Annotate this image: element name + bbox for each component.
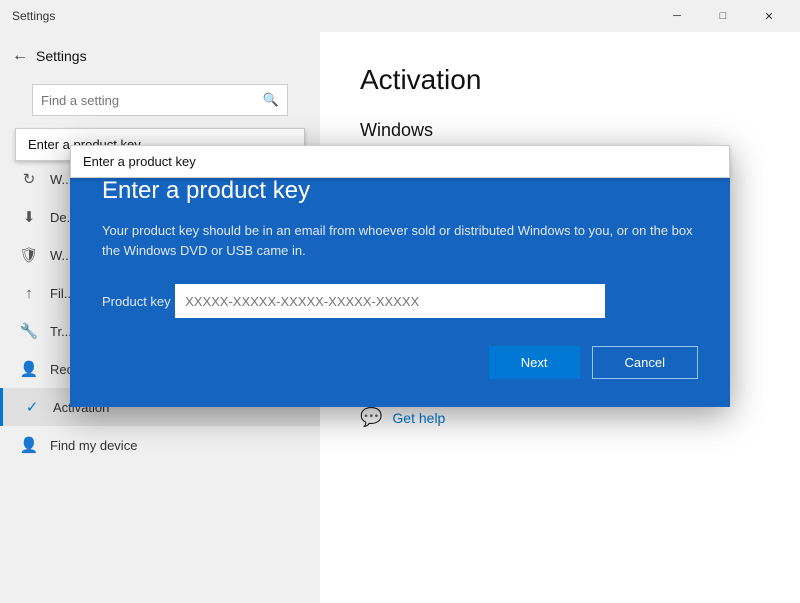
- troubleshoot-icon: 🔧: [20, 322, 38, 340]
- close-button[interactable]: ✕: [746, 0, 792, 32]
- sidebar-item-label: Find my device: [50, 438, 137, 453]
- cancel-button[interactable]: Cancel: [592, 346, 698, 379]
- delivery-icon: ⬇: [20, 208, 38, 226]
- window-title: Settings: [12, 9, 55, 23]
- shield-icon: 🛡: [20, 246, 38, 264]
- titlebar: Settings ─ □ ✕: [0, 0, 800, 32]
- file-icon: ↑: [20, 284, 38, 302]
- dialog-description: Your product key should be in an email f…: [102, 221, 698, 260]
- get-help-label: Get help: [392, 410, 445, 426]
- get-help-link[interactable]: 💬 Get help: [360, 407, 760, 428]
- product-key-input[interactable]: [175, 284, 605, 318]
- sidebar-item-label: Tr...: [50, 324, 72, 339]
- recovery-icon: 👤: [20, 360, 38, 378]
- dialog-tooltip-bar: Enter a product key: [70, 145, 730, 178]
- windows-section: Windows: [360, 120, 760, 141]
- activation-icon: ✓: [23, 398, 41, 416]
- sidebar-header: Settings: [36, 40, 87, 72]
- window-controls: ─ □ ✕: [654, 0, 792, 32]
- maximize-button[interactable]: □: [700, 0, 746, 32]
- back-icon[interactable]: ←: [12, 47, 28, 65]
- dialog-tooltip-title-text: Enter a product key: [83, 154, 196, 169]
- dialog-title: Enter a product key: [102, 177, 698, 205]
- product-key-label: Product key: [102, 294, 171, 309]
- sidebar-item-find-device[interactable]: 👤 Find my device: [0, 426, 320, 464]
- minimize-button[interactable]: ─: [654, 0, 700, 32]
- next-button[interactable]: Next: [489, 346, 580, 379]
- product-key-dialog: Enter a product key Your product key sho…: [70, 145, 730, 407]
- search-icon: 🔍: [263, 92, 279, 108]
- update-icon: ↻: [20, 170, 38, 188]
- page-title: Activation: [360, 64, 760, 96]
- find-device-icon: 👤: [20, 436, 38, 454]
- dialog-buttons: Next Cancel: [102, 346, 698, 379]
- chat-icon: 💬: [360, 407, 382, 428]
- search-input[interactable]: [41, 93, 263, 108]
- search-box: 🔍: [32, 84, 288, 116]
